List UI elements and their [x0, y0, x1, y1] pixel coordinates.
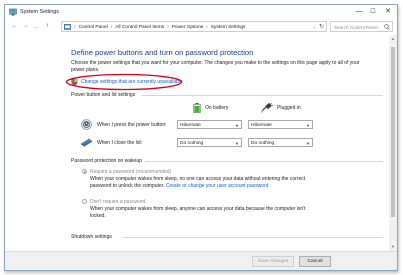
scroll-up-icon[interactable]: ▲ — [389, 35, 397, 43]
close-lid-battery-select[interactable]: Do nothing ▼ — [177, 138, 242, 147]
laptop-lid-icon — [80, 138, 93, 147]
breadcrumb: › Control Panel › All Control Panel Item… — [74, 25, 245, 30]
vertical-scrollbar[interactable]: ▲ ▼ — [389, 35, 397, 251]
breadcrumb-control-panel[interactable]: Control Panel — [79, 25, 108, 30]
section-divider — [123, 237, 383, 238]
close-button[interactable]: ✕ — [381, 6, 395, 18]
up-button[interactable]: ↑ — [43, 22, 52, 31]
highlight-ellipse — [65, 73, 183, 91]
power-button-battery-select[interactable]: Hibernate ▼ — [177, 120, 242, 129]
title-bar: System Settings — ☐ ✕ — [5, 5, 397, 19]
breadcrumb-all-items[interactable]: All Control Panel Items — [115, 25, 164, 30]
search-icon — [384, 24, 390, 30]
refresh-icon[interactable]: ↻ — [319, 23, 324, 30]
chevron-down-icon: ▼ — [235, 122, 239, 128]
breadcrumb-separator: › — [74, 24, 76, 30]
power-button-label: When I press the power button: — [97, 122, 167, 128]
close-lid-label: When I close the lid: — [97, 140, 143, 146]
forward-button[interactable]: → — [21, 22, 30, 31]
page-description: Choose the power settings that you want … — [71, 60, 360, 73]
password-section-label: Password protection on wakeup — [71, 158, 142, 164]
address-bar-row: ← → ⌄ ↑ › Control Panel › All Control Pa… — [5, 20, 397, 34]
power-button-plugged-select[interactable]: Hibernate ▼ — [248, 120, 313, 129]
dropdown-chevron-icon[interactable]: ⌄ — [313, 24, 316, 29]
breadcrumb-separator: › — [206, 24, 208, 30]
on-battery-header: On battery — [205, 105, 229, 111]
recent-locations-icon[interactable]: ⌄ — [32, 22, 41, 31]
main-content: Define power buttons and turn on passwor… — [5, 35, 389, 251]
search-placeholder: Search Control Panel — [334, 24, 378, 30]
maximize-button[interactable]: ☐ — [366, 6, 380, 18]
dont-require-password-radio[interactable] — [82, 199, 87, 204]
back-button[interactable]: ← — [10, 22, 19, 31]
breadcrumb-system-settings[interactable]: System Settings — [211, 25, 246, 30]
dont-require-password-description: When your computer wakes from sleep, any… — [90, 206, 306, 212]
section-divider — [145, 161, 383, 162]
dont-require-password-description-end: locked. — [90, 212, 106, 219]
breadcrumb-separator: › — [167, 24, 169, 30]
cancel-button[interactable]: Cancel — [299, 256, 331, 267]
breadcrumb-separator: › — [110, 24, 113, 30]
scrollbar-thumb[interactable] — [391, 47, 395, 217]
address-path-field[interactable]: › Control Panel › All Control Panel Item… — [61, 21, 327, 32]
page-title: Define power buttons and turn on passwor… — [71, 48, 254, 57]
window-title: System Settings — [20, 9, 59, 15]
require-password-label: Require a password (recommended) — [90, 168, 172, 175]
require-password-description-end: password to unlock the computer. Create … — [90, 182, 269, 189]
chevron-down-icon: ▼ — [306, 140, 310, 146]
chevron-down-icon: ▼ — [306, 122, 310, 128]
selected-value: Do nothing — [251, 140, 275, 146]
power-button-icon — [81, 119, 92, 130]
battery-icon — [193, 103, 201, 113]
require-password-radio[interactable] — [82, 169, 87, 174]
save-changes-button[interactable]: Save changes — [252, 256, 294, 267]
plugged-in-header: Plugged in — [277, 105, 301, 111]
control-panel-icon — [64, 24, 71, 30]
chevron-down-icon: ▼ — [235, 140, 239, 146]
selected-value: Hibernate — [180, 122, 201, 128]
shutdown-section-label: Shutdown settings — [71, 234, 112, 240]
power-options-icon — [9, 8, 17, 16]
section-divider — [142, 95, 383, 96]
selected-value: Hibernate — [251, 122, 272, 128]
selected-value: Do nothing — [180, 140, 204, 146]
require-password-description: When your computer wakes from sleep, no … — [90, 176, 306, 182]
create-password-link[interactable]: Create or change your user account passw… — [166, 183, 269, 189]
system-settings-window: System Settings — ☐ ✕ ← → ⌄ ↑ › Control … — [4, 4, 398, 271]
search-box[interactable]: Search Control Panel — [330, 21, 393, 32]
scroll-down-icon[interactable]: ▼ — [389, 243, 397, 251]
breadcrumb-power-options[interactable]: Power Options — [172, 25, 203, 30]
footer-bar: Save changes Cancel — [5, 251, 397, 270]
minimize-button[interactable]: — — [352, 6, 366, 18]
plugged-in-icon — [261, 103, 273, 113]
power-section-label: Power button and lid settings — [71, 92, 136, 98]
dont-require-password-label: Don't require a password — [90, 198, 146, 205]
close-lid-plugged-select[interactable]: Do nothing ▼ — [248, 138, 313, 147]
